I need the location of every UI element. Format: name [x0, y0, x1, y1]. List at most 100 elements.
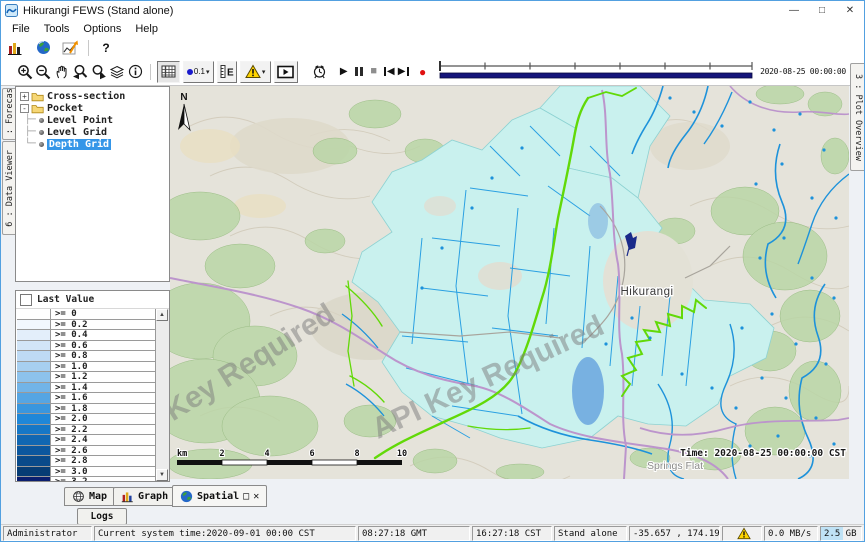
tree-item-cross-section[interactable]: + Cross-section [16, 90, 169, 102]
play-button[interactable]: ▶ [336, 62, 351, 82]
tab-restore-icon[interactable]: □ [243, 491, 249, 502]
tab-graph[interactable]: Graph [113, 487, 176, 506]
map-town-label: Hikurangi [620, 286, 673, 298]
expand-icon[interactable]: + [20, 92, 29, 101]
zoom-out-icon [35, 64, 51, 80]
status-throughput: 0.0 MB/s [764, 526, 818, 541]
legend-row[interactable]: >= 0.6 [17, 341, 155, 352]
grid-display-button[interactable] [157, 61, 180, 83]
scroll-down-button[interactable]: ▼ [156, 469, 168, 481]
classbreak-value-button[interactable]: 0.1 ▾ [183, 61, 214, 83]
scale-unit: km [177, 449, 187, 459]
legend-row[interactable]: >= 3.0 [17, 467, 155, 478]
tree-item-level-point[interactable]: ├─ Level Point [16, 114, 169, 126]
timeseries-display-button[interactable] [60, 38, 82, 58]
info-button[interactable] [126, 62, 144, 82]
record-button[interactable]: ● [415, 62, 430, 82]
legend-row[interactable]: >= 1.8 [17, 404, 155, 415]
map-display-button[interactable] [32, 38, 54, 58]
legend-row[interactable]: >= 2.4 [17, 435, 155, 446]
menu-options[interactable]: Options [76, 22, 128, 36]
menu-tools[interactable]: Tools [37, 22, 77, 36]
last-value-label: Last Value [37, 294, 94, 305]
menu-file[interactable]: File [5, 22, 37, 36]
status-coordinates: -35.657 , 174.199 [629, 526, 720, 541]
tree-item-label-selected: Depth Grid [47, 139, 111, 150]
legend-row[interactable]: >= 0.8 [17, 351, 155, 362]
map-place-label: Springs Flat [647, 460, 703, 472]
zoom-in-button[interactable] [16, 62, 34, 82]
status-local-time: 16:27:18 CST [472, 526, 552, 541]
zoom-next-icon [90, 64, 107, 80]
explorer-chart-button[interactable] [4, 38, 26, 58]
layers-button[interactable] [108, 62, 126, 82]
help-button[interactable]: ? [95, 38, 117, 58]
legend-row[interactable]: >= 0.2 [17, 320, 155, 331]
legend-row-label: >= 0.6 [51, 341, 88, 351]
legend-row[interactable]: >= 0.4 [17, 330, 155, 341]
legend-row[interactable]: >= 1.0 [17, 362, 155, 373]
legend-row[interactable]: >= 1.6 [17, 393, 155, 404]
animation-timer-button[interactable] [310, 62, 328, 82]
scroll-up-button[interactable]: ▲ [156, 309, 168, 321]
movie-box-icon [277, 65, 294, 79]
bar-icon [384, 67, 386, 76]
last-value-checkbox[interactable] [20, 294, 32, 306]
tab-map[interactable]: Map [64, 487, 115, 506]
legend-row[interactable]: >= 2.0 [17, 414, 155, 425]
legend-row-label: >= 2.2 [51, 425, 88, 435]
map-toolbar: 0.1 ▾ E ▾ [1, 58, 864, 86]
legend-swatch [17, 425, 51, 435]
pan-button[interactable] [53, 62, 71, 82]
tree-item-pocket[interactable]: - Pocket [16, 102, 169, 114]
stop-button[interactable]: ■ [366, 62, 381, 82]
legend-row[interactable]: >= 2.2 [17, 425, 155, 436]
skip-start-button[interactable]: ◀ [381, 62, 396, 82]
minimize-button[interactable]: — [780, 1, 808, 20]
title-bar: Hikurangi FEWS (Stand alone) — □ ✕ [1, 1, 864, 20]
toolbar-separator [150, 64, 151, 80]
legend-row[interactable]: >= 1.4 [17, 383, 155, 394]
zoom-previous-button[interactable] [71, 62, 89, 82]
tree-item-level-grid[interactable]: ├─ Level Grid [16, 126, 169, 138]
info-icon [128, 64, 143, 79]
legend-row[interactable]: >= 2.6 [17, 446, 155, 457]
status-gmt-time: 08:27:18 GMT [358, 526, 470, 541]
legend-row[interactable]: >= 2.8 [17, 456, 155, 467]
tab-close-icon[interactable]: ✕ [253, 491, 259, 502]
thresholds-button[interactable]: ▾ [240, 61, 271, 83]
scale-tick: 10 [397, 449, 407, 459]
zoom-next-button[interactable] [89, 62, 107, 82]
spatial-map[interactable]: API Key Required API Key Required Hikura… [170, 86, 849, 479]
legend-row[interactable]: >= 3.2 [17, 477, 155, 481]
logs-row: Logs [1, 508, 864, 524]
tab-spatial-active[interactable]: Spatial □ ✕ [172, 485, 267, 507]
tab-graph-label: Graph [138, 491, 168, 502]
folder-icon [31, 91, 44, 102]
maximize-button[interactable]: □ [808, 1, 836, 20]
dock-tab-plot-overview[interactable]: 3 : Plot Overview [850, 63, 865, 171]
skip-end-button[interactable]: ▶ [396, 62, 411, 82]
legend-row[interactable]: >= 0 [17, 309, 155, 320]
status-mode: Stand alone [554, 526, 627, 541]
legend-swatch [17, 330, 51, 340]
zoom-out-button[interactable] [34, 62, 52, 82]
help-icon: ? [102, 42, 109, 54]
legend-swatch [17, 309, 51, 319]
status-warning[interactable] [722, 526, 762, 541]
legend-row[interactable]: >= 1.2 [17, 372, 155, 383]
scale-tick: 8 [354, 449, 359, 459]
close-button[interactable]: ✕ [836, 1, 864, 20]
animation-window-button[interactable] [274, 61, 298, 83]
tree-connector: ├─ [25, 127, 36, 137]
globe-icon [180, 490, 193, 503]
menu-help[interactable]: Help [128, 22, 165, 36]
legend-scrollbar[interactable]: ▲ ▼ [155, 309, 169, 481]
pause-button[interactable] [351, 62, 366, 82]
logs-tab[interactable]: Logs [77, 508, 127, 525]
ruler-letter: E [227, 68, 234, 79]
scale-ruler-button[interactable]: E [217, 61, 237, 83]
tree-item-depth-grid[interactable]: └─ Depth Grid [16, 138, 169, 150]
time-slider[interactable] [438, 58, 756, 85]
collapse-icon[interactable]: - [20, 104, 29, 113]
